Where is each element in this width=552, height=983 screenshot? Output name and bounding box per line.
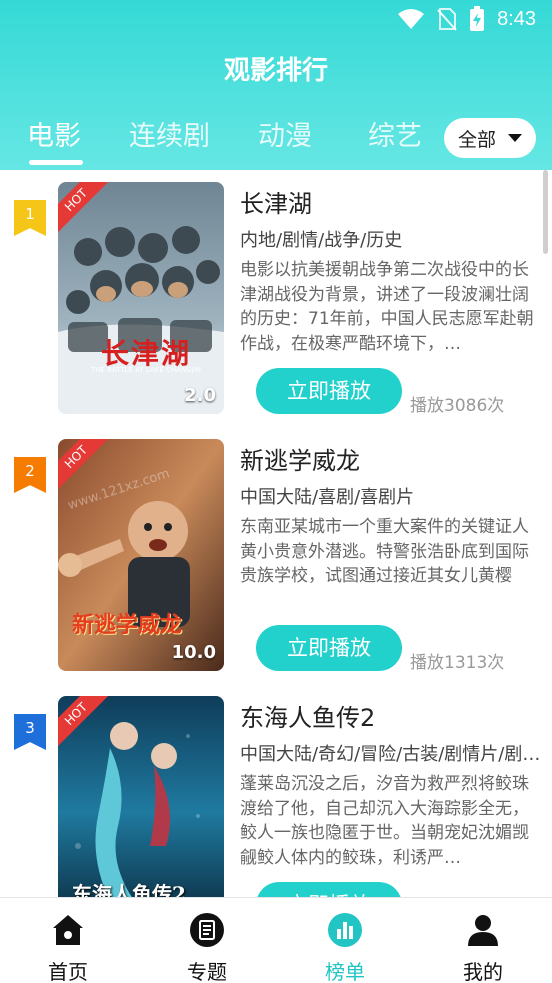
play-count: 播放3086次 [410,396,505,416]
status-time: 8:43 [497,7,536,30]
movie-description: 蓬莱岛沉没之后，汐音为救严烈将鲛珠渡给了他，自己却沉入大海踪影全无，鲛人一族也隐… [240,774,529,868]
nav-label: 专题 [187,960,227,983]
nav-label: 榜单 [325,960,365,983]
app-root: 8:43 观影排行 电影 连续剧 动漫 综艺 全部 1 长津湖 THE BATT… [0,0,552,983]
score-label: 10.0 [171,642,216,663]
poster-art [58,696,224,897]
poster-image[interactable]: www.121xz.com 新逃学威龙 HOT 10.0 [58,439,224,671]
movie-title[interactable]: 长津湖 [240,184,312,219]
nav-label: 首页 [48,960,88,983]
tab-series[interactable]: 连续剧 [129,114,210,153]
list-item[interactable]: 3 东海人鱼传2 HOT 东海人鱼传2 中国大陆/奇幻/冒险/古装/剧情片/剧…… [0,684,552,897]
movie-title[interactable]: 新逃学威龙 [240,441,360,476]
status-icons: 8:43 [397,6,536,32]
rank-badge: 1 [14,200,46,236]
movie-title[interactable]: 东海人鱼传2 [240,698,375,733]
play-now-button[interactable]: 立即播放 [256,368,402,414]
bottom-nav: 首页 专题 榜单 我的 [0,897,552,983]
list-item[interactable]: 2 www.121xz.com 新逃学威龙 HOT 10.0 新逃学威龙 中国大… [0,427,552,684]
active-tab-indicator [29,160,83,165]
nav-home[interactable]: 首页 [28,912,108,983]
score-label: 2.0 [184,385,216,406]
rank-badge: 3 [14,714,46,750]
movie-genre: 中国大陆/奇幻/冒险/古装/剧情片/剧… [240,744,541,765]
filter-dropdown[interactable]: 全部 [444,118,536,158]
nav-label: 我的 [463,960,503,983]
caret-down-icon [508,134,522,142]
poster-image[interactable]: 东海人鱼传2 HOT [58,696,224,897]
list-item[interactable]: 1 长津湖 THE BATTLE AT LAKE CHANGJIN HOT 2.… [0,170,552,427]
battery-charging-icon [470,6,485,31]
home-icon [53,915,83,945]
profile-icon [468,915,498,946]
ranking-icon [328,913,362,947]
nav-ranking[interactable]: 榜单 [305,912,385,983]
poster-subtitle: THE BATTLE AT LAKE CHANGJIN [90,366,201,374]
topic-icon [190,913,224,947]
movie-description: 电影以抗美援朝战争第二次战役中的长津湖战役为背景，讲述了一段波澜壮阔的历史：71… [240,260,534,354]
play-now-button[interactable]: 立即播放 [256,882,402,897]
tab-variety[interactable]: 综艺 [368,114,422,153]
nav-profile[interactable]: 我的 [443,912,523,983]
poster-art [58,182,224,414]
category-tabs: 电影 连续剧 动漫 综艺 全部 [0,108,552,170]
play-now-button[interactable]: 立即播放 [256,625,402,671]
poster-title: 东海人鱼传2 [72,882,186,897]
wifi-icon [398,9,425,29]
rank-badge: 2 [14,457,46,493]
tab-anime[interactable]: 动漫 [258,114,312,153]
movie-genre: 内地/剧情/战争/历史 [240,230,403,251]
page-title: 观影排行 [223,56,328,86]
ranking-list[interactable]: 1 长津湖 THE BATTLE AT LAKE CHANGJIN HOT 2.… [0,170,552,897]
movie-genre: 中国大陆/喜剧/喜剧片 [240,487,415,508]
movie-description: 东南亚某城市一个重大案件的关键证人黄小贵意外潜逃。特警张浩卧底到国际贵族学校，试… [240,517,529,586]
status-bar: 8:43 [0,0,552,38]
poster-title: 新逃学威龙 [72,612,183,638]
poster-image[interactable]: 长津湖 THE BATTLE AT LAKE CHANGJIN HOT 2.0 [58,182,224,414]
play-count: 播放1313次 [410,653,505,673]
tab-movie[interactable]: 电影 [27,114,81,153]
no-sim-icon [437,8,457,31]
filter-label: 全部 [457,128,496,151]
header: 8:43 观影排行 电影 连续剧 动漫 综艺 全部 [0,0,552,170]
nav-topic[interactable]: 专题 [167,912,247,983]
